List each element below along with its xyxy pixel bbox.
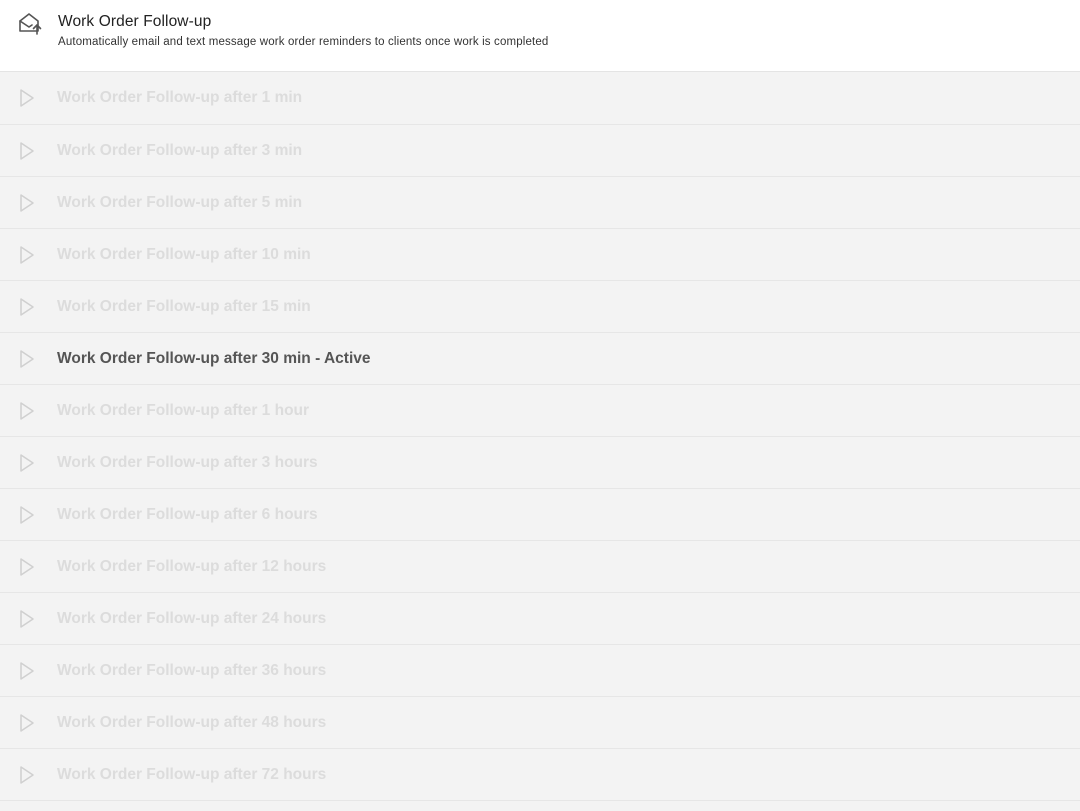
list-item[interactable]: Work Order Follow-up after 24 hours [0,593,1080,645]
page-subtitle: Automatically email and text message wor… [58,36,549,48]
list-item-label: Work Order Follow-up after 72 hours [57,765,327,783]
list-item[interactable]: Work Order Follow-up after 3 hours [0,437,1080,489]
list-item[interactable]: Work Order Follow-up after 12 hours [0,541,1080,593]
play-icon[interactable] [19,453,35,473]
list-item[interactable]: Work Order Follow-up after 1 hour [0,385,1080,437]
play-icon[interactable] [19,609,35,629]
list-item[interactable]: Work Order Follow-up after 48 hours [0,697,1080,749]
list-item-label: Work Order Follow-up after 15 min [57,297,311,315]
list-item-label: Work Order Follow-up after 12 hours [57,557,327,575]
list-item[interactable]: Work Order Follow-up after 10 min [0,229,1080,281]
list-item[interactable]: Work Order Follow-up after 3 min [0,125,1080,177]
play-icon[interactable] [19,505,35,525]
play-icon[interactable] [19,557,35,577]
page-header: Work Order Follow-up Automatically email… [0,0,1080,72]
list-item[interactable]: Work Order Follow-up after 30 min - Acti… [0,333,1080,385]
play-icon[interactable] [19,88,35,108]
list-item-label: Work Order Follow-up after 6 hours [57,505,318,523]
list-item-label: Work Order Follow-up after 1 hour [57,401,310,419]
list-item-label: Work Order Follow-up after 10 min [57,245,311,263]
list-item-label: Work Order Follow-up after 3 hours [57,453,318,471]
play-icon[interactable] [19,297,35,317]
list-item-label: Work Order Follow-up after 24 hours [57,609,327,627]
list-item-label: Work Order Follow-up after 30 min - Acti… [57,349,371,367]
play-icon[interactable] [19,349,35,369]
list-item[interactable]: Work Order Follow-up after 5 min [0,177,1080,229]
list-item-label: Work Order Follow-up after 5 min [57,193,303,211]
list-item-label: Work Order Follow-up after 3 min [57,141,303,159]
page-title: Work Order Follow-up [58,13,212,30]
play-icon[interactable] [19,401,35,421]
play-icon[interactable] [19,713,35,733]
list-item-label: Work Order Follow-up after 1 min [57,89,303,106]
play-icon[interactable] [19,661,35,681]
play-icon[interactable] [19,765,35,785]
list-item-label: Work Order Follow-up after 36 hours [57,661,327,679]
list-item[interactable]: Work Order Follow-up after 1 min [0,72,1080,125]
list-item[interactable]: Work Order Follow-up after 6 hours [0,489,1080,541]
envelope-arrow-icon [17,10,43,36]
list-item[interactable]: Work Order Follow-up after 72 hours [0,749,1080,801]
play-icon[interactable] [19,141,35,161]
list-item[interactable]: Work Order Follow-up after 36 hours [0,645,1080,697]
list-item-label: Work Order Follow-up after 48 hours [57,713,327,731]
list-item[interactable]: Work Order Follow-up after 15 min [0,281,1080,333]
follow-up-list: Work Order Follow-up after 1 min Work Ord… [0,72,1080,811]
play-icon[interactable] [19,245,35,265]
play-icon[interactable] [19,193,35,213]
